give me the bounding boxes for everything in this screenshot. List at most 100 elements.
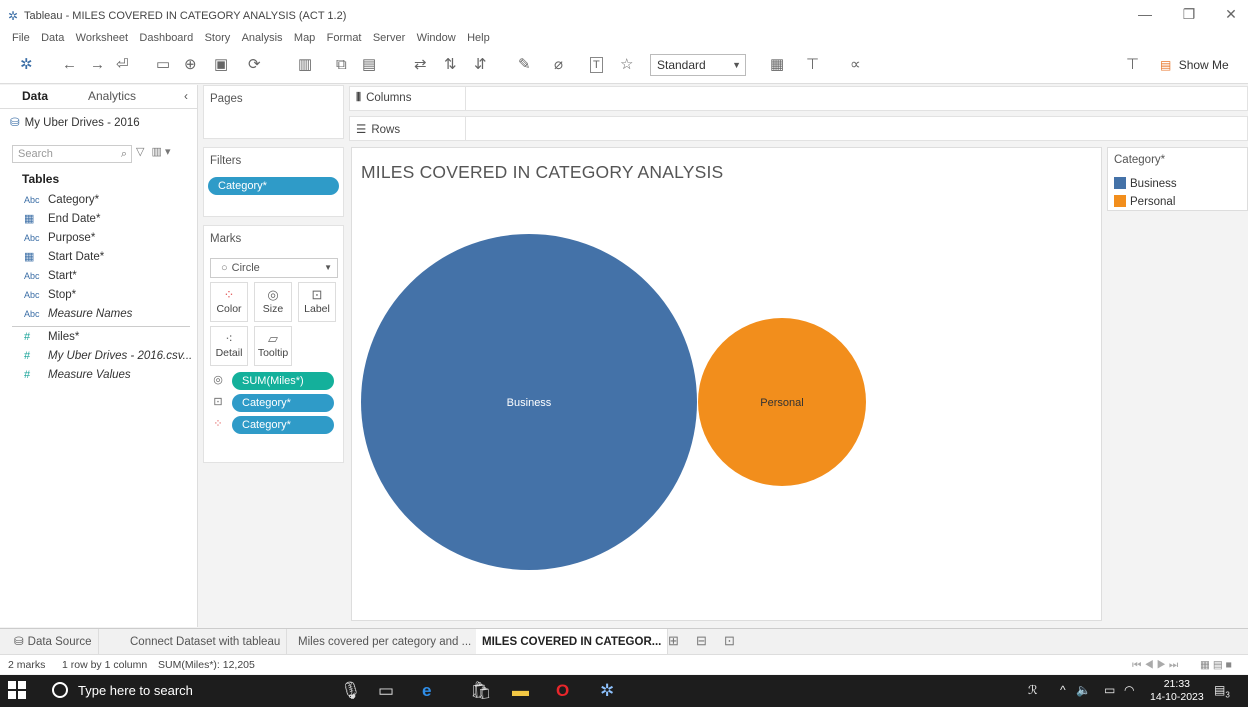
label-button[interactable]: ⊡ Label <box>298 282 336 322</box>
menu-dashboard[interactable]: Dashboard <box>139 30 193 46</box>
tray-arrow-icon[interactable]: ^ <box>1060 683 1066 697</box>
refresh-icon[interactable]: ⟳ <box>248 55 261 75</box>
menu-help[interactable]: Help <box>467 30 490 46</box>
sheet-nav-icon[interactable]: ⏮ ◀ ▶ ⏭ <box>1132 659 1178 672</box>
color-button[interactable]: ⁘ Color <box>210 282 248 322</box>
legend-item-personal[interactable]: Personal <box>1114 195 1175 211</box>
marks-pill-size[interactable]: ◎ SUM(Miles*) <box>210 372 338 390</box>
visualization-canvas[interactable]: MILES COVERED IN CATEGORY ANALYSIS Busin… <box>351 147 1102 621</box>
filter-icon[interactable]: ▽ <box>136 146 144 158</box>
show-labels-icon[interactable]: T <box>590 57 603 73</box>
mark-type-select[interactable]: ○ Circle ▼ <box>210 258 338 278</box>
size-button[interactable]: ◎ Size <box>254 282 292 322</box>
taskbar-clock[interactable]: 21:33 14-10-2023 <box>1150 678 1204 704</box>
bubble-chart[interactable]: Business Personal <box>352 148 1102 621</box>
group-icon[interactable]: ⌀ <box>554 55 563 75</box>
new-worksheet-icon[interactable]: ⊞ <box>668 633 679 649</box>
tableau-taskbar-icon[interactable]: ✲ <box>600 681 614 701</box>
menu-format[interactable]: Format <box>327 30 362 46</box>
columns-shelf[interactable]: ⦀ Columns <box>349 86 1248 111</box>
menu-story[interactable]: Story <box>205 30 231 46</box>
sheet-tab-connect[interactable]: Connect Dataset with tableau <box>124 629 288 655</box>
new-datasource-icon[interactable]: ⊕ <box>184 55 197 75</box>
field-category[interactable]: Abc Category* <box>24 191 99 209</box>
tableau-home-icon[interactable]: ✲ <box>20 55 33 75</box>
new-story-icon[interactable]: ⊡ <box>724 633 735 649</box>
task-view-icon[interactable]: ▭ <box>378 681 394 701</box>
save-icon[interactable]: ▭ <box>156 55 170 75</box>
rows-drop-zone[interactable] <box>465 117 1247 140</box>
minimize-button[interactable]: — <box>1130 6 1160 22</box>
store-icon[interactable]: 🛍 <box>470 681 492 701</box>
sheet-tab-miles-per-category[interactable]: Miles covered per category and ... <box>292 629 479 655</box>
field-start-date[interactable]: ▦ Start Date* <box>24 248 104 266</box>
menu-map[interactable]: Map <box>294 30 315 46</box>
opera-icon[interactable]: O <box>556 681 569 701</box>
pill-category-color[interactable]: Category* <box>232 416 334 434</box>
replay-icon[interactable]: ⏎ <box>116 55 129 75</box>
highlight-icon[interactable]: ✎ <box>518 55 531 75</box>
pill-category-label[interactable]: Category* <box>232 394 334 412</box>
filter-pill-category[interactable]: Category* <box>208 177 339 195</box>
field-record-count[interactable]: # My Uber Drives - 2016.csv... <box>24 347 192 365</box>
volume-icon[interactable]: 🔈 <box>1076 683 1091 697</box>
filters-card[interactable]: Filters Category* <box>203 147 344 217</box>
menu-analysis[interactable]: Analysis <box>242 30 283 46</box>
new-worksheet-icon[interactable]: ▥ <box>298 55 312 75</box>
menu-file[interactable]: File <box>12 30 30 46</box>
duplicate-sheet-icon[interactable]: ⧉ <box>336 55 347 75</box>
rows-shelf[interactable]: ☰ Rows <box>349 116 1248 141</box>
sort-descending-icon[interactable]: ⇵ <box>474 55 487 75</box>
data-source-tab[interactable]: ⛁ Data Source <box>8 629 99 655</box>
marks-pill-label[interactable]: ⊡ Category* <box>210 394 338 412</box>
pause-updates-icon[interactable]: ▣ <box>214 55 228 75</box>
menu-worksheet[interactable]: Worksheet <box>76 30 128 46</box>
fit-select[interactable]: Standard ▼ <box>650 54 746 76</box>
field-miles[interactable]: # Miles* <box>24 328 79 346</box>
show-me-button[interactable]: ▤ Show Me <box>1160 55 1229 75</box>
edge-icon[interactable]: e <box>422 681 431 701</box>
new-dashboard-icon[interactable]: ⊟ <box>696 633 707 649</box>
field-measure-values[interactable]: # Measure Values <box>24 366 131 384</box>
menu-data[interactable]: Data <box>41 30 64 46</box>
swap-icon[interactable]: ⇄ <box>414 55 427 75</box>
notifications-icon[interactable]: ▤3 <box>1214 683 1230 699</box>
tab-analytics[interactable]: Analytics <box>88 89 136 103</box>
show-cards-icon[interactable]: ▦ <box>770 55 784 75</box>
tab-data[interactable]: Data <box>22 89 48 103</box>
field-purpose[interactable]: Abc Purpose* <box>24 229 95 247</box>
search-input[interactable]: Search ⌕ <box>12 145 132 163</box>
field-start[interactable]: Abc Start* <box>24 267 77 285</box>
sheet-view-icon[interactable]: ▦ ▤ ■ <box>1200 659 1232 671</box>
fix-axes-icon[interactable]: ☆ <box>620 55 633 75</box>
pill-sum-miles[interactable]: SUM(Miles*) <box>232 372 334 390</box>
tooltip-icon[interactable]: ⊤ <box>1126 55 1139 75</box>
file-explorer-icon[interactable]: ▬ <box>512 681 529 701</box>
close-button[interactable]: ✕ <box>1216 6 1246 23</box>
view-options-icon[interactable]: ▥ ▾ <box>152 146 171 158</box>
windows-start-button[interactable] <box>8 681 28 701</box>
battery-icon[interactable]: ▭ <box>1104 683 1115 697</box>
sort-ascending-icon[interactable]: ⇅ <box>444 55 457 75</box>
detail-button[interactable]: ⁖ Detail <box>210 326 248 366</box>
presentation-icon[interactable]: ⊤ <box>806 55 819 75</box>
menu-window[interactable]: Window <box>417 30 456 46</box>
maximize-button[interactable]: ❐ <box>1174 6 1204 23</box>
undo-icon[interactable]: ← <box>62 55 77 75</box>
legend-item-business[interactable]: Business <box>1114 177 1177 193</box>
menu-server[interactable]: Server <box>373 30 405 46</box>
microphone-icon[interactable]: 🎙 <box>340 681 362 701</box>
field-end-date[interactable]: ▦ End Date* <box>24 210 100 228</box>
sheet-tab-miles-covered[interactable]: MILES COVERED IN CATEGOR... <box>476 629 669 655</box>
field-measure-names[interactable]: Abc Measure Names <box>24 305 132 323</box>
taskbar-search[interactable]: Type here to search <box>52 682 193 698</box>
wifi-icon[interactable]: ◠ <box>1124 683 1134 697</box>
clear-sheet-icon[interactable]: ▤ <box>362 55 376 75</box>
marks-pill-color[interactable]: ⁘ Category* <box>210 416 338 434</box>
datasource-item[interactable]: ⛁ My Uber Drives - 2016 <box>10 115 140 129</box>
people-icon[interactable]: ℛ <box>1028 683 1038 697</box>
field-stop[interactable]: Abc Stop* <box>24 286 76 304</box>
columns-drop-zone[interactable] <box>465 87 1247 110</box>
tooltip-button[interactable]: ▱ Tooltip <box>254 326 292 366</box>
redo-icon[interactable]: → <box>90 55 105 75</box>
